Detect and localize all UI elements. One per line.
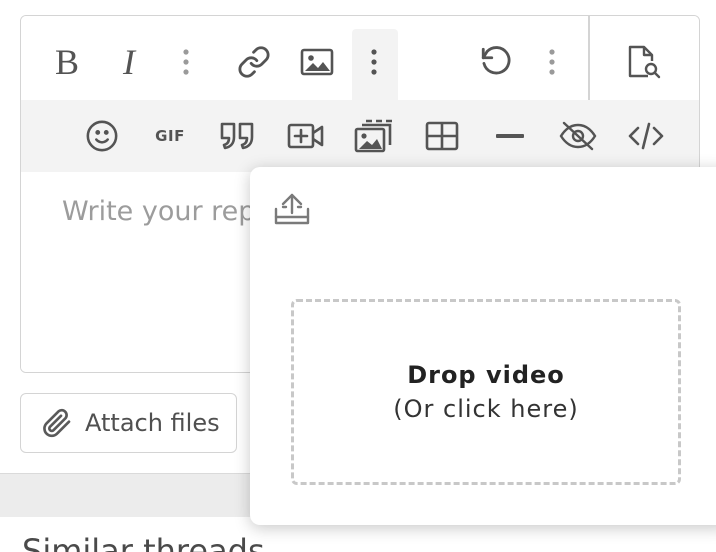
more-options-button[interactable] <box>530 40 574 84</box>
undo-icon <box>481 46 511 75</box>
gif-icon: GIF <box>155 127 185 145</box>
video-dropzone[interactable]: Drop video (Or click here) <box>291 299 681 485</box>
toolbar-secondary: GIF <box>21 100 699 172</box>
editor-placeholder: Write your rep <box>62 196 256 227</box>
spoiler-button[interactable] <box>556 114 600 158</box>
insert-video-button[interactable] <box>284 114 328 158</box>
toolbar-divider <box>588 16 590 100</box>
undo-button[interactable] <box>474 40 518 84</box>
bold-button[interactable]: B <box>45 40 89 84</box>
paperclip-icon <box>43 408 71 438</box>
image-icon <box>300 48 334 76</box>
similar-threads-heading: Similar threads <box>22 532 265 552</box>
minus-icon <box>496 134 524 138</box>
attach-files-label: Attach files <box>85 409 220 437</box>
gallery-icon <box>354 119 392 153</box>
gif-button[interactable]: GIF <box>148 114 192 158</box>
smiley-icon <box>86 120 118 152</box>
italic-icon: I <box>123 42 135 82</box>
drop-video-subtitle: (Or click here) <box>393 395 579 423</box>
eye-slash-icon <box>559 121 597 151</box>
code-icon <box>628 122 664 150</box>
preview-button[interactable] <box>621 40 665 84</box>
link-icon <box>238 46 270 78</box>
more-insert-options-button[interactable] <box>352 40 396 84</box>
drop-video-title: Drop video <box>407 361 565 389</box>
attach-files-button[interactable]: Attach files <box>20 393 237 453</box>
preview-icon <box>628 45 661 79</box>
table-icon <box>425 121 459 151</box>
vertical-dots-icon <box>371 49 377 75</box>
vertical-dots-icon <box>183 49 189 75</box>
toolbar-primary: B I <box>21 16 699 100</box>
insert-video-popup: Drop video (Or click here) <box>250 167 716 525</box>
media-gallery-button[interactable] <box>352 114 396 158</box>
horizontal-line-button[interactable] <box>488 114 532 158</box>
quote-icon <box>220 122 254 150</box>
more-text-options-button[interactable] <box>164 40 208 84</box>
code-button[interactable] <box>624 114 668 158</box>
quote-button[interactable] <box>216 114 260 158</box>
upload-icon[interactable] <box>272 191 316 231</box>
italic-button[interactable]: I <box>107 40 151 84</box>
emoji-button[interactable] <box>80 114 124 158</box>
insert-image-button[interactable] <box>295 40 339 84</box>
video-plus-icon <box>287 123 324 149</box>
insert-table-button[interactable] <box>420 114 464 158</box>
link-button[interactable] <box>232 40 276 84</box>
bold-icon: B <box>54 42 79 82</box>
vertical-dots-icon <box>549 49 555 75</box>
